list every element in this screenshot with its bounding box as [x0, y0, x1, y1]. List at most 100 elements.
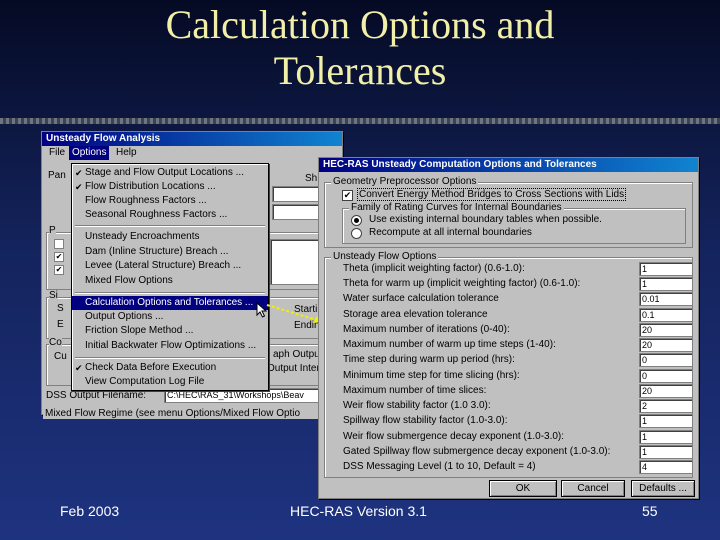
menu-item-label: Stage and Flow Output Locations ...: [85, 167, 244, 178]
dialog-title: HEC-RAS Unsteady Computation Options and…: [323, 159, 597, 170]
menu-item-friction-slope[interactable]: Friction Slope Method ...: [72, 324, 268, 338]
short-id-label-fragment: Sh: [305, 173, 318, 184]
footer-version: HEC-RAS Version 3.1: [290, 503, 427, 519]
weir-stability-label: Weir flow stability factor (1.0 3.0):: [343, 400, 491, 411]
footer-date: Feb 2003: [60, 503, 120, 519]
storage-tolerance-input[interactable]: 0.1: [639, 308, 693, 322]
menu-help[interactable]: Help: [116, 146, 137, 160]
footer-page-number: 55: [642, 503, 658, 519]
recompute-radio-label: Recompute at all internal boundaries: [369, 227, 532, 238]
back-window-title: Unsteady Flow Analysis: [46, 133, 161, 144]
rating-curves-group-label: Family of Rating Curves for Internal Bou…: [349, 202, 564, 213]
warmup-timestep-input[interactable]: 0: [639, 353, 693, 367]
program-checkbox-2[interactable]: ✔: [54, 252, 64, 262]
max-time-slices-label: Maximum number of time slices:: [343, 385, 487, 396]
use-existing-radio[interactable]: [351, 215, 362, 226]
menu-item-label: Unsteady Encroachments: [85, 231, 200, 242]
max-time-slices-input[interactable]: 20: [639, 384, 693, 398]
menu-item-output-options[interactable]: Output Options ...: [72, 310, 268, 324]
menu-item-flow-distribution[interactable]: ✔ Flow Distribution Locations ...: [72, 180, 268, 194]
menu-item-label: Mixed Flow Options: [85, 275, 173, 286]
menu-item-label: Output Options ...: [85, 311, 164, 322]
gated-spillway-decay-label: Gated Spillway flow submergence decay ex…: [343, 446, 611, 457]
end-date-fragment: E: [57, 319, 64, 330]
weir-decay-label: Weir flow submergence decay exponent (1.…: [343, 431, 565, 442]
max-iterations-label: Maximum number of iterations (0-40):: [343, 324, 510, 335]
menu-options[interactable]: Options: [69, 146, 110, 160]
checkmark-icon: ✔: [75, 363, 83, 373]
computation-interval-fragment: Cu: [54, 351, 67, 362]
menu-separator: [75, 292, 265, 294]
menu-item-label: Calculation Options and Tolerances ...: [85, 297, 254, 308]
weir-stability-input[interactable]: 2: [639, 399, 693, 413]
ws-tolerance-input[interactable]: 0.01: [639, 292, 693, 306]
menu-item-label: Levee (Lateral Structure) Breach ...: [85, 260, 242, 271]
mixed-flow-regime-label: Mixed Flow Regime (see menu Options/Mixe…: [43, 408, 318, 419]
max-iterations-input[interactable]: 20: [639, 323, 693, 337]
recompute-radio[interactable]: [351, 228, 362, 239]
menu-item-flow-roughness[interactable]: Flow Roughness Factors ...: [72, 194, 268, 208]
rating-curves-group: Family of Rating Curves for Internal Bou…: [342, 202, 686, 244]
geometry-preprocessor-group: Geometry Preprocessor Options ✔ Convert …: [324, 176, 693, 248]
max-warmup-steps-input[interactable]: 20: [639, 338, 693, 352]
theta-warmup-input[interactable]: 1: [639, 277, 693, 291]
gated-spillway-decay-input[interactable]: 1: [639, 445, 693, 459]
dss-messaging-label: DSS Messaging Level (1 to 10, Default = …: [343, 461, 536, 472]
program-checkbox-1[interactable]: [54, 239, 64, 249]
theta-input[interactable]: 1: [639, 262, 693, 276]
convert-energy-checkbox[interactable]: ✔: [342, 190, 353, 201]
menu-item-dam-breach[interactable]: Dam (Inline Structure) Breach ...: [72, 245, 268, 259]
geometry-group-label: Geometry Preprocessor Options: [331, 176, 479, 187]
menu-item-view-log[interactable]: View Computation Log File: [72, 375, 268, 389]
menu-item-label: Friction Slope Method ...: [85, 325, 194, 336]
menu-item-label: Flow Distribution Locations ...: [85, 181, 216, 192]
dss-messaging-input[interactable]: 4: [639, 460, 693, 474]
simulation-group-fragment: Si: [49, 290, 58, 301]
unsteady-group-label: Unsteady Flow Options: [331, 251, 439, 262]
program-checkbox-3[interactable]: ✔: [54, 265, 64, 275]
ok-button[interactable]: OK: [489, 480, 557, 497]
menu-item-seasonal-roughness[interactable]: Seasonal Roughness Factors ...: [72, 208, 268, 222]
checkmark-icon: ✔: [75, 182, 83, 192]
theta-label: Theta (implicit weighting factor) (0.6-1…: [343, 263, 525, 274]
checkmark-icon: ✔: [75, 168, 83, 178]
cancel-button[interactable]: Cancel: [561, 480, 625, 497]
callout-arrow-icon: [266, 304, 323, 323]
dialog-titlebar: HEC-RAS Unsteady Computation Options and…: [319, 158, 698, 172]
menu-item-label: Flow Roughness Factors ...: [85, 195, 207, 206]
dss-output-filename-label: DSS Output Filename:: [46, 390, 147, 401]
menu-item-stage-flow-output[interactable]: ✔ Stage and Flow Output Locations ...: [72, 166, 268, 180]
output-interval-label: Output Interv: [267, 363, 325, 374]
defaults-button[interactable]: Defaults ...: [631, 480, 695, 497]
min-timestep-slicing-input[interactable]: 0: [639, 369, 693, 383]
menu-item-label: Initial Backwater Flow Optimizations ...: [85, 340, 257, 351]
slide-title-line2: Tolerances: [273, 48, 447, 93]
menu-item-calculation-options[interactable]: Calculation Options and Tolerances ...: [72, 296, 268, 310]
ws-tolerance-label: Water surface calculation tolerance: [343, 293, 499, 304]
title-divider: [0, 118, 720, 124]
menu-item-levee-breach[interactable]: Levee (Lateral Structure) Breach ...: [72, 259, 268, 273]
menu-item-label: Dam (Inline Structure) Breach ...: [85, 246, 229, 257]
unsteady-flow-options-group: Unsteady Flow Options Theta (implicit we…: [324, 251, 693, 478]
computation-options-dialog: HEC-RAS Unsteady Computation Options and…: [318, 157, 699, 499]
menu-item-label: Check Data Before Execution: [85, 362, 217, 373]
spillway-stability-input[interactable]: 1: [639, 414, 693, 428]
weir-decay-input[interactable]: 1: [639, 430, 693, 444]
warmup-timestep-label: Time step during warm up period (hrs):: [343, 354, 515, 365]
menu-item-mixed-flow-options[interactable]: Mixed Flow Options: [72, 274, 268, 288]
menu-separator: [75, 357, 265, 359]
storage-tolerance-label: Storage area elevation tolerance: [343, 309, 488, 320]
menu-separator: [75, 225, 265, 227]
programs-group-fragment: P: [49, 225, 56, 236]
options-dropdown-menu: ✔ Stage and Flow Output Locations ... ✔ Fl…: [71, 163, 269, 391]
menu-item-backwater-optimizations[interactable]: Initial Backwater Flow Optimizations ...: [72, 339, 268, 353]
menu-item-label: Seasonal Roughness Factors ...: [85, 209, 228, 220]
spillway-stability-label: Spillway flow stability factor (1.0-3.0)…: [343, 415, 508, 426]
menu-item-unsteady-encroachments[interactable]: Unsteady Encroachments: [72, 230, 268, 244]
menu-item-check-data[interactable]: ✔ Check Data Before Execution: [72, 361, 268, 375]
slide-title-line1: Calculation Options and: [165, 2, 555, 47]
computation-group-fragment: Co: [49, 337, 62, 348]
menu-file[interactable]: File: [49, 146, 65, 160]
back-window-menubar: File Options Help: [42, 146, 342, 160]
max-warmup-steps-label: Maximum number of warm up time steps (1-…: [343, 339, 556, 350]
